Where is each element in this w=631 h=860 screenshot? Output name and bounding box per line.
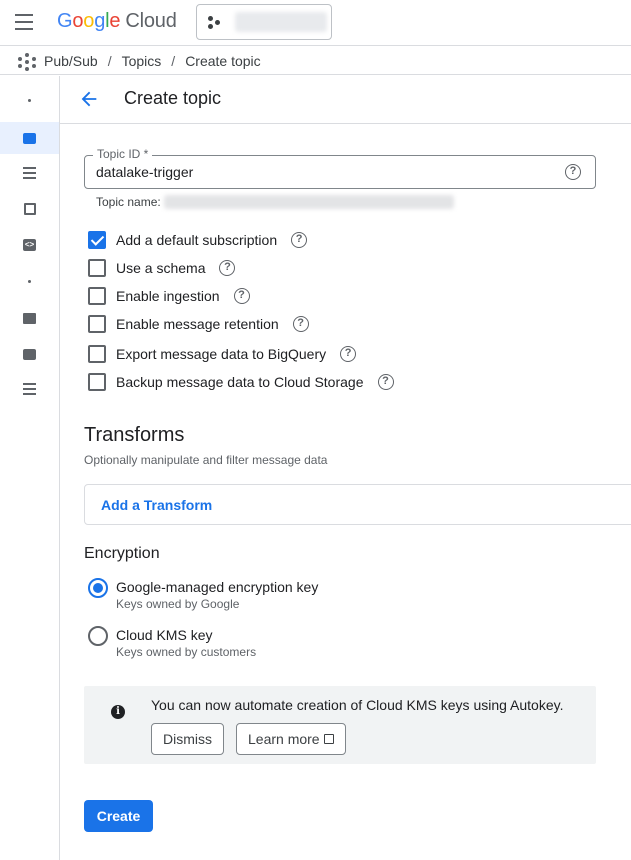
use-schema-checkbox[interactable] — [88, 259, 106, 277]
export-bigquery-checkbox[interactable] — [88, 345, 106, 363]
export-bigquery-label: Export message data to BigQuery — [116, 346, 327, 362]
google-managed-key-description: Keys owned by Google — [116, 597, 240, 611]
breadcrumb-current: Create topic — [185, 53, 261, 69]
transforms-subtitle: Optionally manipulate and filter message… — [84, 453, 328, 467]
enable-ingestion-checkbox[interactable] — [88, 287, 106, 305]
default-subscription-label: Add a default subscription — [116, 232, 278, 248]
message-retention-label: Enable message retention — [116, 316, 279, 332]
topics-icon — [23, 132, 36, 144]
option-backup-cloud-storage[interactable]: Backup message data to Cloud Storage ? — [88, 372, 394, 392]
topic-name-value-redacted — [164, 195, 454, 209]
learn-more-button[interactable]: Learn more — [236, 723, 346, 755]
google-managed-key-radio[interactable] — [88, 578, 108, 598]
help-icon[interactable]: ? — [377, 374, 394, 390]
encryption-title: Encryption — [84, 545, 160, 562]
left-rail: <> — [0, 76, 60, 860]
project-name-redacted — [235, 12, 327, 32]
use-schema-label: Use a schema — [116, 260, 206, 276]
help-icon[interactable]: ? — [340, 346, 357, 362]
breadcrumb: Pub/Sub / Topics / Create topic — [0, 47, 631, 75]
breadcrumb-topics[interactable]: Topics — [122, 53, 162, 69]
rail-item-lite-topics[interactable] — [0, 338, 59, 370]
external-link-icon — [323, 734, 334, 744]
lite-topics-icon — [23, 348, 36, 360]
project-picker[interactable] — [196, 4, 332, 40]
message-retention-checkbox[interactable] — [88, 315, 106, 333]
top-bar: Google Cloud — [0, 0, 631, 46]
option-use-schema[interactable]: Use a schema ? — [88, 258, 236, 278]
info-icon: i — [111, 705, 125, 719]
rail-item-schemas[interactable]: <> — [0, 229, 59, 261]
option-export-bigquery[interactable]: Export message data to BigQuery ? — [88, 344, 357, 364]
back-arrow-icon[interactable] — [78, 88, 100, 110]
topic-name-label: Topic name: — [96, 195, 161, 209]
dot-icon — [28, 279, 31, 283]
create-button[interactable]: Create — [84, 800, 153, 832]
reservations-icon — [23, 312, 36, 324]
cloud-kms-key-label: Cloud KMS key — [116, 627, 213, 643]
transform-panel: Add a Transform — [84, 484, 631, 525]
rail-item-subscriptions[interactable] — [0, 157, 59, 189]
snapshots-icon — [23, 203, 36, 215]
dismiss-button[interactable]: Dismiss — [151, 723, 224, 755]
help-icon[interactable]: ? — [219, 260, 236, 276]
dismiss-label: Dismiss — [163, 731, 212, 747]
lite-subscriptions-icon — [22, 383, 37, 395]
backup-cloud-storage-label: Backup message data to Cloud Storage — [116, 374, 364, 390]
backup-cloud-storage-checkbox[interactable] — [88, 373, 106, 391]
breadcrumb-pubsub[interactable]: Pub/Sub — [44, 53, 98, 69]
rail-item-snapshots[interactable] — [0, 193, 59, 225]
help-icon[interactable]: ? — [565, 164, 581, 180]
option-default-subscription[interactable]: Add a default subscription ? — [88, 230, 308, 250]
main-menu-icon[interactable] — [14, 14, 34, 30]
cloud-kms-key-radio[interactable] — [88, 626, 108, 646]
default-subscription-checkbox[interactable] — [88, 231, 106, 249]
breadcrumb-separator: / — [171, 53, 176, 69]
help-icon[interactable]: ? — [233, 288, 250, 304]
dot-icon — [28, 98, 31, 102]
topic-id-label: Topic ID * — [93, 147, 153, 161]
topic-id-field[interactable]: Topic ID * ? — [84, 147, 596, 189]
page-title: Create topic — [124, 88, 222, 108]
help-icon[interactable]: ? — [292, 316, 309, 332]
rail-item-overview[interactable] — [0, 84, 59, 116]
rail-item-topics[interactable] — [0, 122, 59, 154]
option-enable-ingestion[interactable]: Enable ingestion ? — [88, 286, 250, 306]
transforms-title: Transforms — [84, 424, 185, 446]
option-message-retention[interactable]: Enable message retention ? — [88, 314, 309, 334]
enable-ingestion-label: Enable ingestion — [116, 288, 220, 304]
add-transform-button[interactable]: Add a Transform — [101, 497, 212, 513]
autokey-banner: i You can now automate creation of Cloud… — [84, 686, 596, 764]
subscriptions-icon — [22, 167, 37, 179]
banner-text: You can now automate creation of Cloud K… — [151, 697, 564, 713]
rail-item-lite-subscriptions[interactable] — [0, 373, 59, 405]
learn-more-label: Learn more — [248, 731, 320, 747]
cloud-kms-key-description: Keys owned by customers — [116, 645, 257, 659]
topic-id-input[interactable] — [96, 164, 546, 180]
project-hub-icon — [208, 16, 222, 30]
google-managed-key-label: Google-managed encryption key — [116, 579, 319, 595]
page-header: Create topic — [60, 76, 631, 124]
google-cloud-logo[interactable]: Google Cloud — [57, 10, 177, 33]
rail-item-section[interactable] — [0, 265, 59, 297]
rail-item-lite-reservations[interactable] — [0, 302, 59, 334]
breadcrumb-separator: / — [107, 53, 112, 69]
schemas-icon: <> — [23, 239, 36, 251]
pubsub-icon — [18, 53, 36, 71]
help-icon[interactable]: ? — [291, 232, 308, 248]
